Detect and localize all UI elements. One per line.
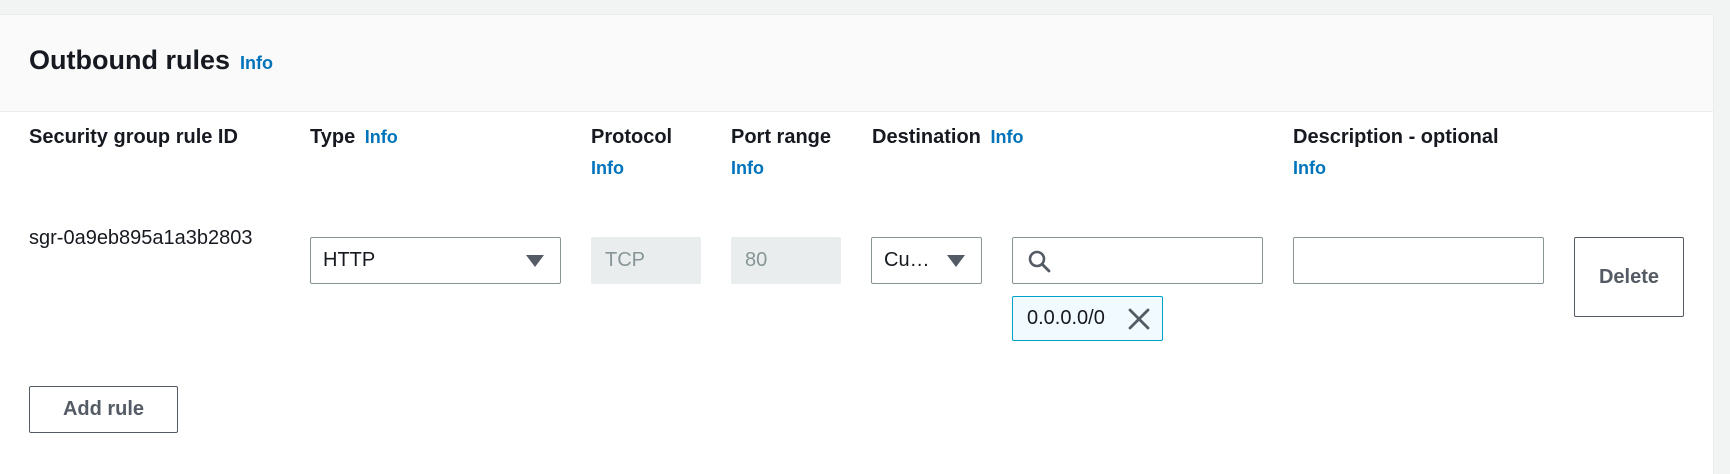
port-range-field: 80 (731, 237, 841, 284)
column-header-type: Type Info (310, 124, 398, 150)
column-header-port-range: Port range (731, 126, 832, 148)
add-rule-button[interactable]: Add rule (29, 386, 178, 433)
protocol-field: TCP (591, 237, 701, 284)
caret-down-icon (526, 254, 544, 267)
caret-down-icon (947, 254, 965, 267)
column-header-rule-id: Security group rule ID (29, 126, 238, 148)
column-header-protocol: Protocol (591, 126, 673, 148)
description-input[interactable] (1293, 237, 1544, 284)
destination-search-input[interactable] (1012, 237, 1263, 284)
column-header-destination-label: Destination (872, 126, 981, 148)
destination-token: 0.0.0.0/0 (1012, 296, 1163, 341)
panel-header: Outbound rules Info (0, 15, 1713, 112)
close-icon[interactable] (1126, 306, 1152, 332)
type-select-value: HTTP (323, 249, 376, 271)
port-range-info-link[interactable]: Info (731, 158, 764, 179)
type-info-link[interactable]: Info (365, 127, 398, 147)
delete-button[interactable]: Delete (1574, 237, 1684, 317)
rule-id: sgr-0a9eb895a1a3b2803 (29, 227, 253, 249)
description-info-link[interactable]: Info (1293, 158, 1326, 179)
title-info-link[interactable]: Info (240, 53, 273, 74)
destination-info-link[interactable]: Info (990, 127, 1023, 147)
panel-title: Outbound rules (29, 45, 230, 75)
protocol-info-link[interactable]: Info (591, 158, 624, 179)
column-header-type-label: Type (310, 126, 356, 148)
search-icon (1028, 250, 1051, 273)
column-header-destination: Destination Info (872, 124, 1023, 150)
destination-type-select[interactable]: Cu… (871, 237, 982, 284)
destination-type-value: Cu… (884, 249, 930, 271)
destination-token-value: 0.0.0.0/0 (1027, 307, 1105, 329)
column-header-description: Description - optional (1293, 126, 1499, 148)
type-select[interactable]: HTTP (310, 237, 561, 284)
